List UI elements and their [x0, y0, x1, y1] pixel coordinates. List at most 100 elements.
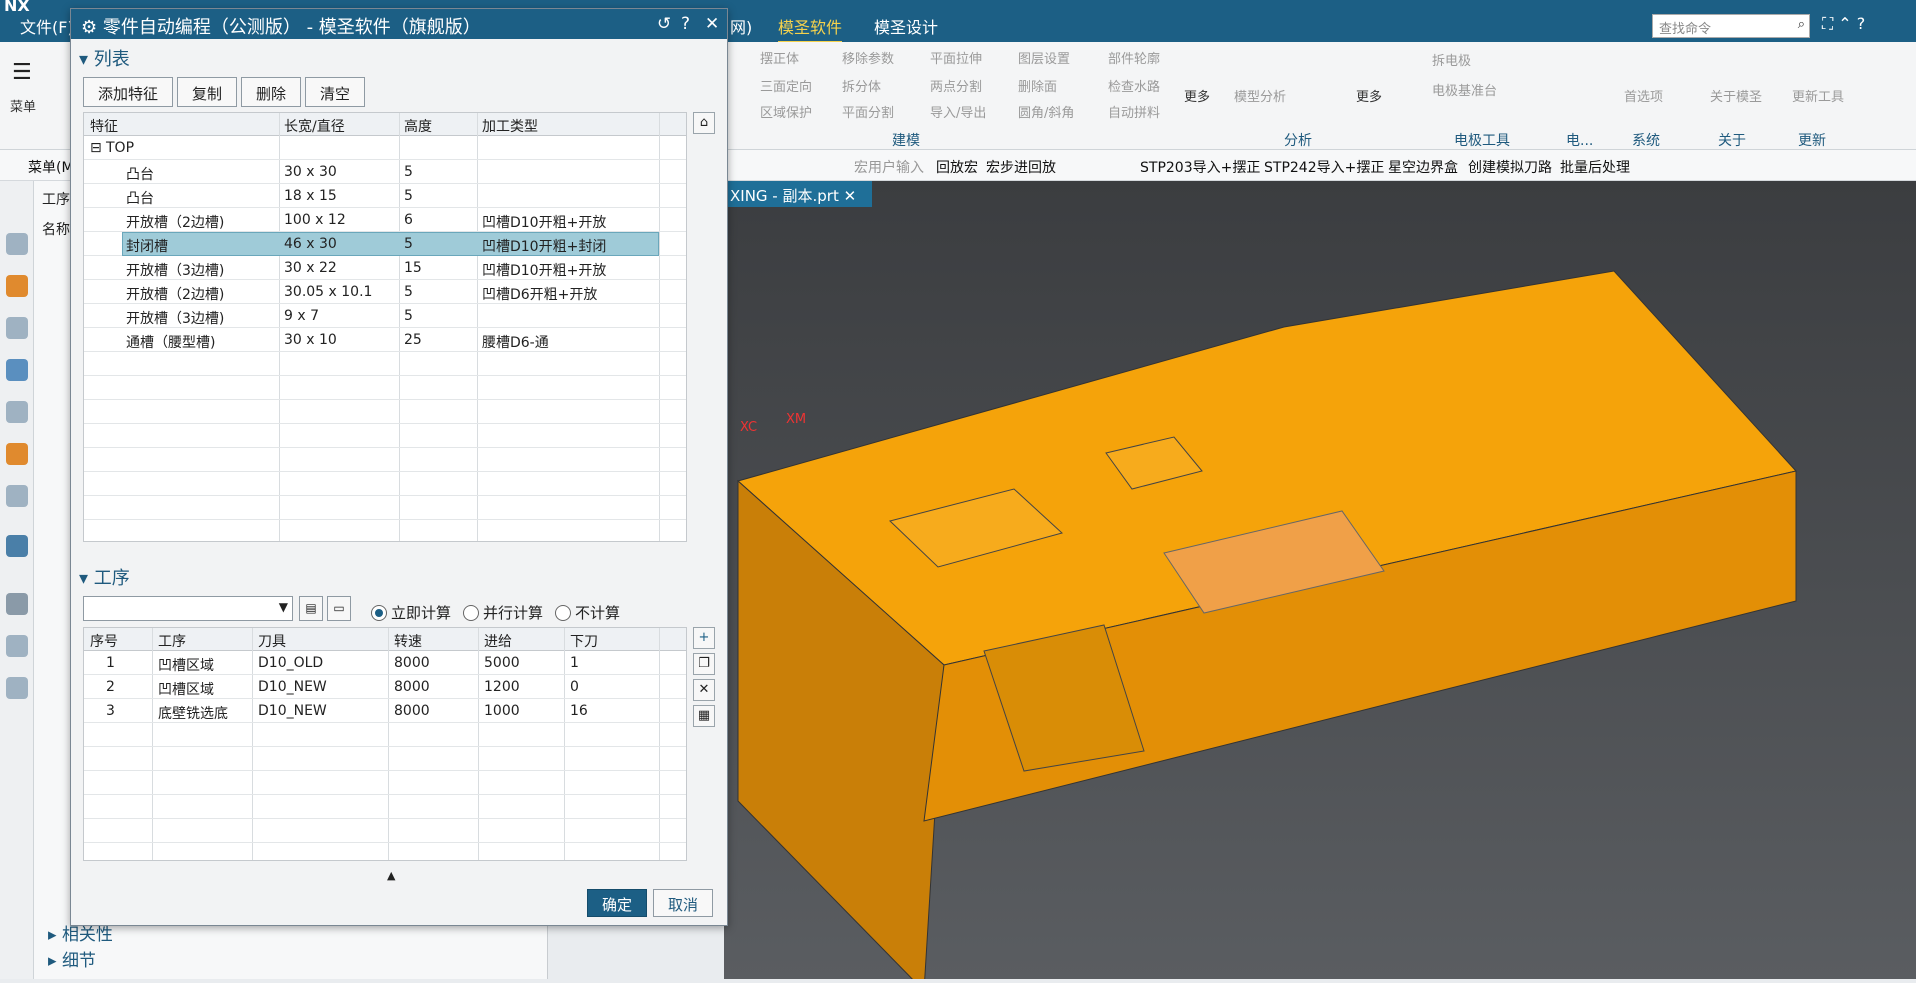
- feature-row[interactable]: [84, 352, 686, 376]
- operation-row[interactable]: [84, 843, 686, 860]
- operation-row[interactable]: [84, 723, 686, 747]
- close-icon[interactable]: ✕: [705, 14, 719, 34]
- more-button[interactable]: 更多: [1356, 86, 1382, 105]
- feature-row[interactable]: [84, 448, 686, 472]
- feature-row[interactable]: 开放槽（3边槽) 9 x 7 5: [84, 304, 686, 328]
- menu-icon[interactable]: ☰: [12, 60, 32, 85]
- batch-postprocess-button[interactable]: 批量后处理: [1560, 157, 1630, 177]
- model-analysis-button[interactable]: 模型分析: [1234, 86, 1286, 105]
- assembly-icon[interactable]: [6, 275, 28, 297]
- operation-row[interactable]: [84, 819, 686, 843]
- tool-icon[interactable]: [6, 443, 28, 465]
- feature-row[interactable]: [84, 496, 686, 520]
- preferences-button[interactable]: 首选项: [1624, 86, 1663, 105]
- ribbon-item[interactable]: 自动拼料: [1108, 102, 1160, 121]
- feature-row[interactable]: 凸台 18 x 15 5: [84, 184, 686, 208]
- ribbon-item[interactable]: 平面分割: [842, 102, 894, 121]
- add-icon[interactable]: +: [693, 627, 715, 649]
- layers-icon[interactable]: [6, 485, 28, 507]
- operation-row[interactable]: 3 底壁铣选底 D10_NEW 8000 1000 16: [84, 699, 686, 723]
- clock-icon[interactable]: [6, 593, 28, 615]
- feature-row[interactable]: [84, 376, 686, 400]
- macro-input-button[interactable]: 宏用户输入: [854, 157, 924, 177]
- settings-icon[interactable]: [6, 635, 28, 657]
- feature-row[interactable]: [84, 520, 686, 541]
- feature-row[interactable]: 通槽（腰型槽) 30 x 10 25 腰槽D6-通: [84, 328, 686, 352]
- tab-mosheng-design[interactable]: 模圣设计: [874, 14, 938, 38]
- tree-toggle-icon[interactable]: ⊟: [90, 140, 102, 156]
- operation-row[interactable]: [84, 795, 686, 819]
- operation-row[interactable]: [84, 771, 686, 795]
- operation-row[interactable]: 2 凹槽区域 D10_NEW 8000 1200 0: [84, 675, 686, 699]
- tab-partial[interactable]: 网): [730, 14, 752, 38]
- ribbon-item[interactable]: 导入/导出: [930, 102, 986, 121]
- feature-row[interactable]: [84, 472, 686, 496]
- about-button[interactable]: 关于模圣: [1710, 86, 1762, 105]
- file-menu[interactable]: 文件(F): [20, 14, 74, 38]
- feature-row[interactable]: [84, 400, 686, 424]
- ribbon-item[interactable]: 两点分割: [930, 76, 982, 95]
- open-folder-icon[interactable]: ▭: [327, 596, 351, 621]
- more-button[interactable]: 更多: [1184, 86, 1210, 105]
- search-input[interactable]: 查找命令 ⌕: [1652, 14, 1810, 38]
- bounding-box-button[interactable]: 星空边界盒: [1388, 157, 1458, 177]
- stp203-button[interactable]: STP203导入+摆正: [1140, 157, 1260, 177]
- feature-row[interactable]: 开放槽（3边槽) 30 x 22 15 凹槽D10开粗+开放: [84, 256, 686, 280]
- window-controls-icon[interactable]: ⛶ ⌃ ?: [1822, 14, 1865, 34]
- clear-button[interactable]: 清空: [305, 77, 365, 107]
- cancel-button[interactable]: 取消: [653, 889, 713, 917]
- history-icon[interactable]: [6, 317, 28, 339]
- radio-parallel[interactable]: 并行计算: [463, 602, 543, 623]
- ribbon-item[interactable]: 拆分体: [842, 76, 881, 95]
- reuse-library-icon[interactable]: [6, 677, 28, 699]
- delete-icon[interactable]: ✕: [693, 679, 715, 701]
- feature-row[interactable]: [84, 424, 686, 448]
- template-dropdown[interactable]: ▼: [83, 596, 293, 621]
- electrode-base-button[interactable]: 电极基准台: [1432, 80, 1497, 99]
- save-icon[interactable]: ▤: [299, 596, 323, 621]
- web-icon[interactable]: [6, 535, 28, 557]
- stp242-button[interactable]: STP242导入+摆正: [1264, 157, 1384, 177]
- machine-icon[interactable]: [6, 401, 28, 423]
- feature-row[interactable]: 开放槽（2边槽) 100 x 12 6 凹槽D10开粗+开放: [84, 208, 686, 232]
- part-navigator-icon[interactable]: [6, 233, 28, 255]
- step-replay-button[interactable]: 宏步进回放: [986, 157, 1056, 177]
- split-electrode-button[interactable]: 拆电极: [1432, 50, 1471, 69]
- feature-row[interactable]: 封闭槽 46 x 30 5 凹槽D10开粗+封闭: [84, 232, 686, 256]
- home-icon[interactable]: ⌂: [693, 112, 715, 134]
- radio-immediate[interactable]: 立即计算: [371, 602, 451, 623]
- feature-row[interactable]: TOP ⊟: [84, 136, 686, 160]
- delete-button[interactable]: 删除: [241, 77, 301, 107]
- operation-row[interactable]: 1 凹槽区域 D10_OLD 8000 5000 1: [84, 651, 686, 675]
- copy-button[interactable]: 复制: [177, 77, 237, 107]
- ribbon-item[interactable]: 移除参数: [842, 48, 894, 67]
- feature-row[interactable]: 开放槽（2边槽) 30.05 x 10.1 5 凹槽D6开粗+开放: [84, 280, 686, 304]
- ribbon-item[interactable]: 平面拉伸: [930, 48, 982, 67]
- ribbon-item[interactable]: 图层设置: [1018, 48, 1070, 67]
- help-icon[interactable]: ?: [681, 14, 690, 34]
- graphics-viewport[interactable]: XC XM: [724, 181, 1916, 983]
- section-details[interactable]: ▸ 细节: [48, 946, 96, 971]
- ribbon-item[interactable]: 部件轮廓: [1108, 48, 1160, 67]
- operation-navigator-icon[interactable]: [6, 359, 28, 381]
- feature-row[interactable]: 凸台 30 x 30 5: [84, 160, 686, 184]
- update-tools-button[interactable]: 更新工具: [1792, 86, 1844, 105]
- ok-button[interactable]: 确定: [587, 889, 647, 917]
- tab-mosheng-software[interactable]: 模圣软件: [778, 14, 843, 43]
- close-icon[interactable]: ✕: [844, 187, 857, 205]
- file-tab[interactable]: XING - 副本.prt ✕: [724, 181, 872, 207]
- ribbon-item[interactable]: 检查水路: [1108, 76, 1160, 95]
- ribbon-item[interactable]: 圆角/斜角: [1018, 102, 1074, 121]
- ribbon-item[interactable]: 三面定向: [760, 76, 812, 95]
- ribbon-item[interactable]: 删除面: [1018, 76, 1057, 95]
- add-feature-button[interactable]: 添加特征: [83, 77, 173, 107]
- copy-icon[interactable]: ❐: [693, 653, 715, 675]
- ribbon-item[interactable]: 摆正体: [760, 48, 799, 67]
- operation-row[interactable]: [84, 747, 686, 771]
- section-list-header[interactable]: ▾ 列表: [79, 45, 130, 71]
- ribbon-item[interactable]: 区域保护: [760, 102, 812, 121]
- collapse-icon[interactable]: ▲: [387, 869, 395, 882]
- menu-label[interactable]: 菜单: [10, 96, 36, 115]
- section-ops-header[interactable]: ▾ 工序: [79, 564, 130, 590]
- replay-macro-button[interactable]: 回放宏: [936, 157, 978, 177]
